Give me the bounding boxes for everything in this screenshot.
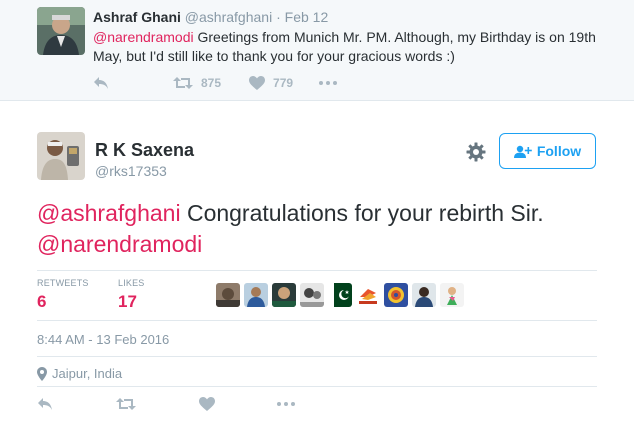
tweet-date[interactable]: Feb 12	[285, 9, 329, 25]
parent-tweet-header: Ashraf Ghani @ashrafghani · Feb 12	[93, 9, 328, 25]
tweet-timestamp[interactable]: 8:44 AM - 13 Feb 2016	[37, 332, 169, 347]
divider	[37, 356, 597, 357]
author-name[interactable]: R K Saxena	[95, 140, 194, 161]
reply-button[interactable]	[93, 76, 109, 90]
liker-avatars	[216, 283, 468, 307]
like-button[interactable]: 779	[249, 76, 293, 90]
liker-avatar[interactable]	[356, 283, 380, 307]
main-tweet: R K Saxena @rks17353 Follow @ashrafghani…	[0, 102, 634, 436]
retweets-label: RETWEETS	[37, 278, 89, 288]
reply-icon	[38, 398, 52, 410]
retweets-stat[interactable]: RETWEETS 6	[37, 278, 89, 312]
liker-avatar[interactable]	[216, 283, 240, 307]
reply-button[interactable]	[37, 397, 53, 411]
mention-link[interactable]: @narendramodi	[93, 29, 194, 45]
heart-icon	[199, 397, 215, 411]
mention-link[interactable]: @narendramodi	[37, 231, 202, 257]
like-count: 779	[273, 76, 294, 90]
likes-value: 17	[118, 292, 137, 311]
retweet-button[interactable]	[116, 397, 136, 411]
follow-label: Follow	[536, 143, 582, 159]
follow-button[interactable]: Follow	[499, 133, 596, 169]
more-button[interactable]	[277, 402, 295, 406]
heart-icon	[249, 76, 266, 90]
tweet-text: @narendramodi Greetings from Munich Mr. …	[93, 28, 613, 66]
location-pin-icon	[37, 366, 47, 381]
gear-icon	[466, 142, 486, 162]
more-icon	[319, 81, 338, 85]
liker-avatar[interactable]	[412, 283, 436, 307]
divider	[37, 386, 597, 387]
author-handle[interactable]: @ashrafghani	[185, 9, 272, 25]
author-name[interactable]: Ashraf Ghani	[93, 9, 181, 25]
divider	[37, 270, 597, 271]
add-user-icon	[513, 145, 532, 158]
divider	[37, 320, 597, 321]
retweet-count: 875	[201, 76, 222, 90]
more-button[interactable]	[319, 81, 338, 85]
liker-avatar[interactable]	[300, 283, 324, 307]
tweet-actions	[37, 394, 295, 414]
liker-avatar[interactable]	[384, 283, 408, 307]
tweet-actions: 875 779	[93, 74, 338, 92]
more-icon	[277, 402, 295, 406]
reply-icon	[94, 77, 108, 89]
location-label: Jaipur, India	[52, 366, 123, 381]
avatar[interactable]	[37, 7, 85, 55]
parent-tweet[interactable]: Ashraf Ghani @ashrafghani · Feb 12 @nare…	[0, 0, 634, 101]
likes-label: LIKES	[118, 278, 145, 288]
tweet-location[interactable]: Jaipur, India	[37, 366, 122, 381]
liker-avatar[interactable]	[244, 283, 268, 307]
retweet-button[interactable]: 875	[173, 76, 221, 90]
liker-avatar[interactable]	[440, 283, 464, 307]
retweet-icon	[173, 77, 193, 89]
date-separator: ·	[276, 9, 281, 25]
settings-button[interactable]	[466, 142, 486, 162]
liker-avatar[interactable]	[272, 283, 296, 307]
author-handle[interactable]: @rks17353	[95, 163, 167, 179]
tweet-text: @ashrafghani Congratulations for your re…	[37, 198, 617, 260]
liker-avatar[interactable]	[328, 283, 352, 307]
retweets-value: 6	[37, 292, 47, 311]
tweet-body: Congratulations for your rebirth Sir.	[180, 200, 544, 226]
avatar[interactable]	[37, 132, 85, 180]
like-button[interactable]	[199, 397, 215, 411]
retweet-icon	[116, 398, 136, 410]
mention-link[interactable]: @ashrafghani	[37, 200, 181, 226]
likes-stat[interactable]: LIKES 17	[118, 278, 145, 312]
